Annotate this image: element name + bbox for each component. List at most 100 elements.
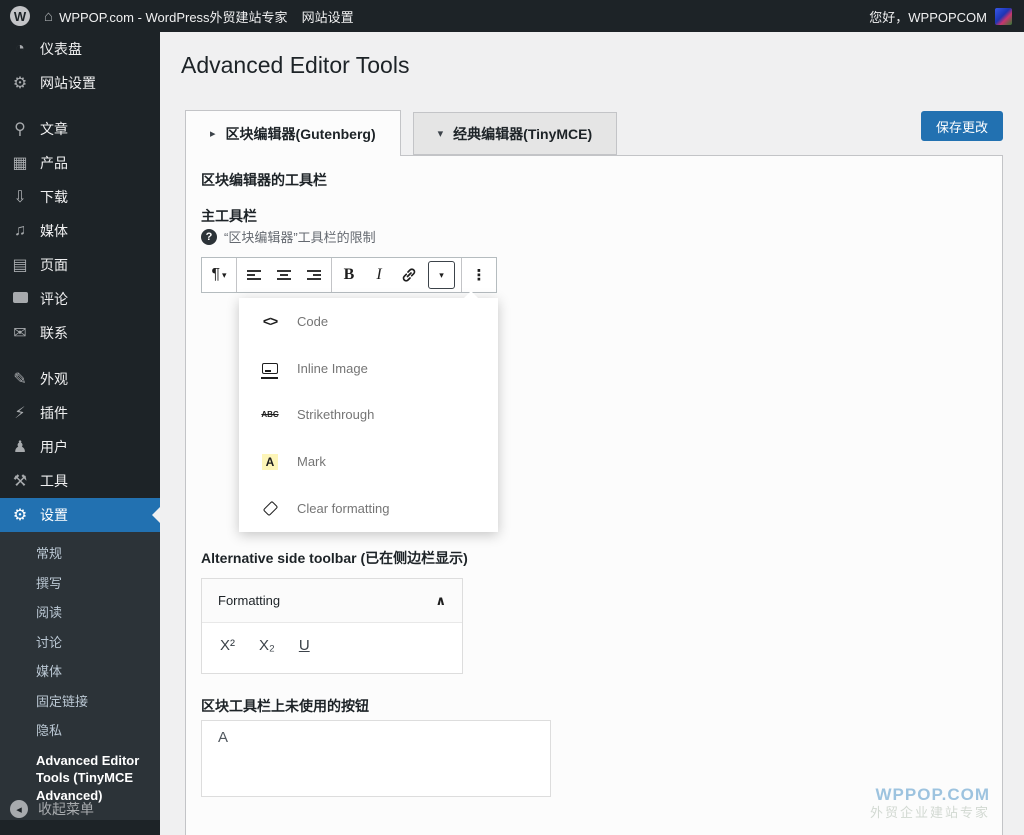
home-icon: ⌂ (44, 7, 54, 25)
underline-button[interactable]: U (299, 637, 310, 654)
watermark-line1: WPPOP.COM (875, 785, 990, 804)
collapse-menu-button[interactable]: ◂ 收起菜单 (0, 791, 160, 827)
pages-icon: ▤ (12, 257, 28, 274)
align-right-button[interactable] (299, 259, 329, 291)
help-icon[interactable]: ? (201, 228, 217, 245)
formatting-panel-header[interactable]: Formatting ∧ (202, 579, 462, 623)
main-toolbar-heading: 主工具栏 (201, 208, 257, 224)
greeting-text[interactable]: 您好，WPPOPCOM (869, 7, 987, 26)
tab-active-arrow-icon: ▸ (210, 128, 216, 140)
tab-bar: ▸ 区块编辑器(Gutenberg) ▾ 经典编辑器(TinyMCE) (185, 110, 618, 156)
sidebar-item-site-settings[interactable]: ⚙ 网站设置 (0, 66, 160, 100)
settings-panel: 区块编辑器的工具栏 主工具栏 ? “区块编辑器”工具栏的限制 ¶ ▾ B I ▾… (185, 155, 1003, 835)
paragraph-dropdown-button[interactable]: ¶ ▾ (204, 259, 234, 291)
settings-icon: ⚙ (12, 507, 28, 524)
block-toolbar-heading: 区块编辑器的工具栏 (201, 172, 327, 188)
tab-block-editor-gutenberg[interactable]: ▸ 区块编辑器(Gutenberg) (185, 110, 401, 156)
dashboard-icon: ◔ (15, 40, 25, 57)
sidebar-item-downloads[interactable]: ⇩ 下载 (0, 180, 160, 214)
media-icon: ♫ (14, 222, 26, 239)
sidebar-item-plugins[interactable]: ⚡ 插件 (0, 396, 160, 430)
more-buttons-dropdown-button[interactable]: ▾ (428, 261, 455, 289)
sidebar-item-contact[interactable]: ✉ 联系 (0, 316, 160, 350)
submenu-item-privacy[interactable]: 隐私 (0, 716, 160, 746)
sidebar-item-label: 产品 (40, 155, 68, 171)
grid-icon: ▦ (12, 155, 28, 172)
unused-buttons-heading: 区块工具栏上未使用的按钮 (201, 698, 369, 714)
dropdown-item-label: Mark (297, 454, 326, 470)
sidebar-item-appearance[interactable]: ✎ 外观 (0, 362, 160, 396)
gear-icon: ⚙ (12, 75, 28, 92)
caret-down-icon: ▾ (439, 269, 444, 280)
submenu-item-reading[interactable]: 阅读 (0, 598, 160, 628)
submenu-item-media[interactable]: 媒体 (0, 657, 160, 687)
submenu-item-permalinks[interactable]: 固定链接 (0, 687, 160, 717)
submenu-item-discussion[interactable]: 讨论 (0, 628, 160, 658)
tab-label: 区块编辑器(Gutenberg) (225, 125, 376, 142)
link-button[interactable] (394, 259, 424, 291)
menu-separator (0, 350, 160, 362)
admin-bar-site-settings[interactable]: 网站设置 (302, 7, 354, 26)
dropdown-item-label: Clear formatting (297, 501, 390, 517)
dropdown-item-code[interactable]: <> Code (239, 298, 498, 345)
caret-down-icon: ▾ (222, 269, 227, 280)
sidebar-item-label: 仪表盘 (40, 41, 82, 57)
tab-classic-editor-tinymce[interactable]: ▾ 经典编辑器(TinyMCE) (412, 112, 618, 155)
align-right-icon (307, 270, 321, 280)
dropdown-item-inline-image[interactable]: Inline Image (239, 345, 498, 392)
bold-button[interactable]: B (334, 259, 364, 291)
envelope-icon: ✉ (13, 325, 27, 342)
italic-button[interactable]: I (364, 259, 394, 291)
superscript-button[interactable]: X² (220, 637, 235, 654)
brush-icon: ✎ (13, 371, 27, 388)
sidebar-item-tools[interactable]: ⚒ 工具 (0, 464, 160, 498)
sidebar-item-pages[interactable]: ▤ 页面 (0, 248, 160, 282)
user-avatar[interactable] (995, 7, 1012, 25)
chevron-up-icon: ∧ (435, 592, 446, 608)
sidebar-item-posts[interactable]: ⚲ 文章 (0, 112, 160, 146)
link-icon (402, 268, 416, 282)
menu-separator (0, 100, 160, 112)
sidebar-item-label: 外观 (40, 371, 68, 387)
sidebar-item-media[interactable]: ♫ 媒体 (0, 214, 160, 248)
code-icon: <> (262, 313, 278, 330)
sidebar-item-label: 设置 (40, 507, 68, 523)
user-icon: ♟ (12, 439, 28, 456)
inline-image-icon (257, 362, 283, 379)
align-center-button[interactable] (269, 259, 299, 291)
dropdown-item-label: Inline Image (297, 360, 368, 376)
submenu-item-writing[interactable]: 撰写 (0, 569, 160, 599)
toolbar-buttons-dropdown: <> Code Inline Image ABC Strikethrough A… (239, 291, 498, 532)
sidebar-item-settings[interactable]: ⚙ 设置 (0, 498, 160, 532)
sidebar-item-label: 页面 (40, 257, 68, 273)
paragraph-icon: ¶ (211, 266, 221, 283)
unused-button-a[interactable]: A (218, 729, 228, 746)
align-center-icon (277, 270, 291, 280)
site-link[interactable]: ⌂ WPPOP.com - WordPress外贸建站专家 (44, 7, 288, 26)
sidebar-item-comments[interactable]: 评论 (0, 282, 160, 316)
sidebar-item-users[interactable]: ♟ 用户 (0, 430, 160, 464)
sidebar-item-products[interactable]: ▦ 产品 (0, 146, 160, 180)
formatting-panel-body: X² X₂ U (202, 623, 462, 668)
watermark-line2: 外贸企业建站专家 (869, 805, 990, 821)
save-changes-button[interactable]: 保存更改 (920, 111, 1003, 141)
dropdown-item-mark[interactable]: A Mark (239, 438, 498, 485)
dropdown-item-strikethrough[interactable]: ABC Strikethrough (239, 392, 498, 439)
admin-bar: W ⌂ WPPOP.com - WordPress外贸建站专家 网站设置 您好，… (0, 0, 1024, 32)
admin-sidebar: ◔ 仪表盘 ⚙ 网站设置 ⚲ 文章 ▦ 产品 ⇩ 下载 ♫ 媒体 ▤ 页面 评论… (0, 32, 160, 835)
site-settings-label: 网站设置 (301, 9, 354, 25)
plugin-icon: ⚡ (14, 405, 26, 422)
sidebar-item-label: 文章 (40, 121, 68, 137)
toolbar-help-row: ? “区块编辑器”工具栏的限制 (201, 227, 376, 246)
sidebar-item-dashboard[interactable]: ◔ 仪表盘 (0, 32, 160, 66)
sidebar-item-label: 媒体 (40, 223, 68, 239)
kebab-menu-button[interactable]: ⋮ (464, 259, 494, 291)
sidebar-item-label: 网站设置 (40, 75, 96, 91)
formatting-panel: Formatting ∧ X² X₂ U (201, 578, 463, 674)
submenu-item-general[interactable]: 常规 (0, 539, 160, 569)
subscript-button[interactable]: X₂ (259, 637, 275, 654)
align-left-button[interactable] (239, 259, 269, 291)
wordpress-logo-icon[interactable]: W (10, 6, 30, 26)
dropdown-item-clear-formatting[interactable]: Clear formatting (239, 485, 498, 532)
page-title: Advanced Editor Tools (181, 52, 410, 78)
